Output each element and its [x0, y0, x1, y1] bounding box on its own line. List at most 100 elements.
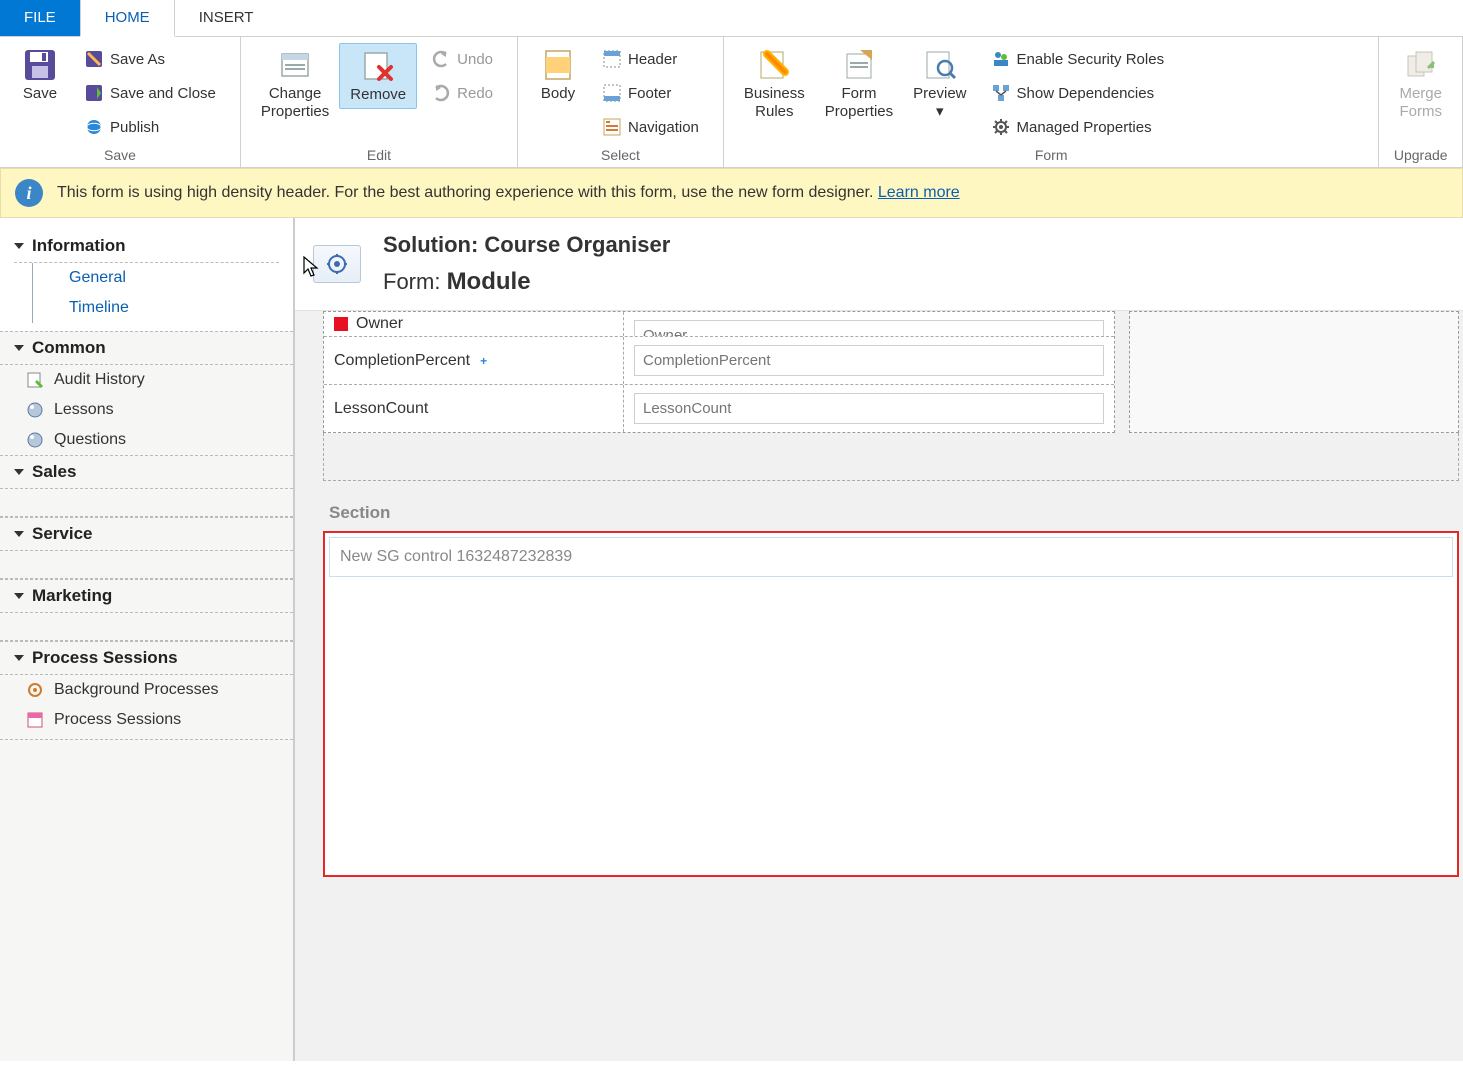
ribbon-tab-bar: FILE HOME INSERT — [0, 0, 1463, 37]
managed-properties-button[interactable]: Managed Properties — [983, 113, 1173, 141]
save-close-icon — [84, 83, 104, 103]
ribbon-group-upgrade: Merge Forms Upgrade — [1379, 37, 1463, 167]
tab-home[interactable]: HOME — [80, 0, 175, 37]
required-marker-icon — [334, 317, 348, 331]
owner-field-label: Owner — [356, 315, 403, 333]
body-button[interactable]: Body — [528, 43, 588, 107]
dependencies-icon — [991, 83, 1011, 103]
ribbon-group-edit-label: Edit — [241, 145, 517, 167]
tab-file[interactable]: FILE — [0, 0, 80, 36]
field-row-owner[interactable]: Owner — [324, 312, 1114, 336]
business-rules-button[interactable]: Business Rules — [734, 43, 815, 125]
security-roles-icon — [991, 49, 1011, 69]
form-properties-label: Form Properties — [825, 85, 893, 121]
change-properties-button[interactable]: Change Properties — [251, 43, 339, 125]
show-dependencies-label: Show Dependencies — [1017, 85, 1155, 102]
nav-section-sales[interactable]: Sales — [0, 455, 293, 489]
ribbon-group-save-label: Save — [0, 145, 240, 167]
save-close-label: Save and Close — [110, 85, 216, 102]
lessoncount-input[interactable] — [634, 393, 1104, 424]
learn-more-link[interactable]: Learn more — [878, 184, 960, 201]
nav-link-general[interactable]: General — [43, 263, 279, 293]
subgrid-control[interactable]: New SG control 1632487232839 — [323, 531, 1459, 877]
properties-icon — [277, 47, 313, 83]
nav-link-lessons[interactable]: Lessons — [0, 395, 293, 425]
nav-link-audit-history[interactable]: Audit History — [0, 365, 293, 395]
undo-button[interactable]: Undo — [423, 45, 501, 73]
questions-icon — [26, 431, 44, 449]
save-as-label: Save As — [110, 51, 165, 68]
subgrid-caption: New SG control 1632487232839 — [340, 548, 1442, 566]
managed-properties-label: Managed Properties — [1017, 119, 1152, 136]
form-properties-icon — [841, 47, 877, 83]
nav-link-background-processes[interactable]: Background Processes — [0, 675, 293, 705]
background-processes-icon — [26, 681, 44, 699]
preview-button[interactable]: Preview▾ — [903, 43, 976, 125]
body-icon — [540, 47, 576, 83]
footer-label: Footer — [628, 85, 671, 102]
nav-link-questions[interactable]: Questions — [0, 425, 293, 455]
ribbon-group-save: Save Save As Save and Close — [0, 37, 241, 167]
redo-icon — [431, 83, 451, 103]
field-row-completion[interactable]: CompletionPercent + — [324, 336, 1114, 384]
save-button[interactable]: Save — [10, 43, 70, 107]
info-bar-text: This form is using high density header. … — [57, 184, 960, 202]
publish-icon — [84, 117, 104, 137]
merge-forms-icon — [1403, 47, 1439, 83]
nav-section-common[interactable]: Common — [0, 331, 293, 365]
show-dependencies-button[interactable]: Show Dependencies — [983, 79, 1173, 107]
form-entity-icon — [313, 245, 361, 283]
info-bar: i This form is using high density header… — [0, 168, 1463, 218]
lessoncount-field-label: LessonCount — [334, 400, 428, 418]
nav-section-information[interactable]: Information — [14, 230, 279, 263]
publish-label: Publish — [110, 119, 159, 136]
gear-icon — [991, 117, 1011, 137]
nav-section-marketing[interactable]: Marketing — [0, 579, 293, 613]
ribbon: Save Save As Save and Close — [0, 37, 1463, 168]
process-sessions-icon — [26, 711, 44, 729]
save-label: Save — [23, 85, 57, 103]
enable-security-button[interactable]: Enable Security Roles — [983, 45, 1173, 73]
remove-icon — [360, 48, 396, 84]
main-area: Information General Timeline Common Audi… — [0, 218, 1463, 1061]
remove-button[interactable]: Remove — [339, 43, 417, 109]
change-properties-label: Change Properties — [261, 85, 329, 121]
header-icon — [602, 49, 622, 69]
navigation-label: Navigation — [628, 119, 699, 136]
business-rules-label: Business Rules — [744, 85, 805, 121]
save-icon — [22, 47, 58, 83]
left-nav: Information General Timeline Common Audi… — [0, 218, 295, 1061]
ribbon-group-select: Body Header Footer — [518, 37, 724, 167]
field-row-lessoncount[interactable]: LessonCount — [324, 384, 1114, 432]
completion-input[interactable] — [634, 345, 1104, 376]
form-properties-button[interactable]: Form Properties — [815, 43, 903, 125]
completion-field-label: CompletionPercent — [334, 352, 470, 370]
form-canvas: Solution: Course Organiser Form: Module … — [295, 218, 1463, 1061]
header-label: Header — [628, 51, 677, 68]
nav-section-process-sessions[interactable]: Process Sessions — [0, 641, 293, 675]
publish-button[interactable]: Publish — [76, 113, 224, 141]
merge-forms-button[interactable]: Merge Forms — [1389, 43, 1452, 125]
plus-indicator-icon: + — [480, 354, 487, 368]
redo-label: Redo — [457, 85, 493, 102]
save-as-button[interactable]: Save As — [76, 45, 224, 73]
ribbon-group-select-label: Select — [518, 145, 723, 167]
nav-section-service[interactable]: Service — [0, 517, 293, 551]
field-grid: Owner CompletionPercent + LessonCount — [323, 311, 1115, 433]
redo-button[interactable]: Redo — [423, 79, 501, 107]
canvas-header: Solution: Course Organiser Form: Module — [295, 218, 1463, 311]
side-column[interactable] — [1129, 311, 1459, 433]
footer-icon — [602, 83, 622, 103]
nav-link-process-sessions[interactable]: Process Sessions — [0, 705, 293, 735]
audit-history-icon — [26, 371, 44, 389]
owner-input[interactable] — [634, 320, 1104, 336]
footer-button[interactable]: Footer — [594, 79, 707, 107]
ribbon-group-edit: Change Properties Remove Undo — [241, 37, 518, 167]
preview-label: Preview▾ — [913, 85, 966, 121]
save-as-icon — [84, 49, 104, 69]
header-button[interactable]: Header — [594, 45, 707, 73]
nav-link-timeline[interactable]: Timeline — [43, 293, 279, 323]
save-and-close-button[interactable]: Save and Close — [76, 79, 224, 107]
navigation-button[interactable]: Navigation — [594, 113, 707, 141]
tab-insert[interactable]: INSERT — [175, 0, 278, 36]
